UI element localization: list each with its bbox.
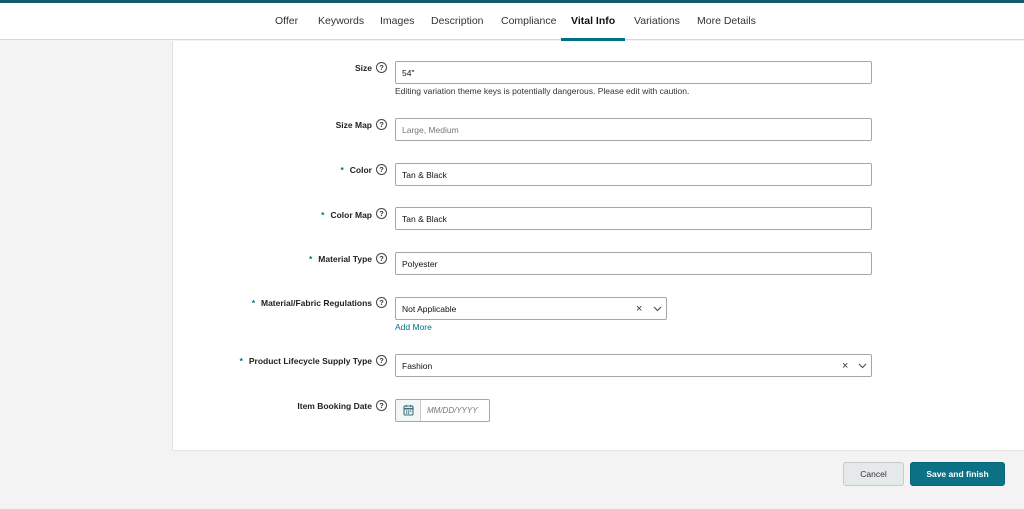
color-map-input[interactable]: [395, 207, 872, 230]
tab-more-details[interactable]: More Details: [697, 3, 756, 40]
size-input[interactable]: [395, 61, 872, 84]
size-label: Size: [354, 63, 372, 73]
size-map-input[interactable]: [395, 118, 872, 141]
material-type-input[interactable]: [395, 252, 872, 275]
help-circle-icon[interactable]: ?: [376, 119, 387, 130]
item-booking-date-label: Item Booking Date: [297, 401, 372, 411]
cancel-button[interactable]: Cancel: [843, 462, 904, 486]
help-circle-icon[interactable]: ?: [376, 355, 387, 366]
add-more-link[interactable]: Add More: [395, 322, 432, 332]
form-panel: [172, 41, 1024, 451]
color-input[interactable]: [395, 163, 872, 186]
material-regulations-label: * Material/Fabric Regulations: [251, 298, 372, 308]
lifecycle-supply-type-select[interactable]: Fashion ×: [395, 354, 872, 377]
help-circle-icon[interactable]: ?: [376, 253, 387, 264]
required-marker: *: [321, 210, 325, 220]
color-label: * Color: [340, 165, 372, 175]
material-regulations-select[interactable]: Not Applicable ×: [395, 297, 667, 320]
save-and-finish-button[interactable]: Save and finish: [910, 462, 1005, 486]
material-type-label: * Material Type: [308, 254, 372, 264]
tab-description[interactable]: Description: [431, 3, 484, 40]
calendar-icon[interactable]: [396, 400, 421, 421]
tab-vital-info[interactable]: Vital Info: [560, 3, 626, 41]
required-marker: *: [251, 298, 255, 308]
tab-compliance[interactable]: Compliance: [501, 3, 556, 40]
tab-offer[interactable]: Offer: [275, 3, 298, 40]
size-warning-note: Editing variation theme keys is potentia…: [395, 86, 690, 96]
tab-variations[interactable]: Variations: [634, 3, 680, 40]
lifecycle-supply-type-label: * Product Lifecycle Supply Type: [239, 356, 372, 366]
required-marker: *: [340, 165, 344, 175]
help-circle-icon[interactable]: ?: [376, 164, 387, 175]
help-circle-icon[interactable]: ?: [376, 62, 387, 73]
required-marker: *: [239, 356, 243, 366]
item-booking-date-input[interactable]: [422, 400, 489, 421]
help-circle-icon[interactable]: ?: [376, 297, 387, 308]
item-booking-date-picker: [395, 399, 490, 422]
tab-keywords[interactable]: Keywords: [318, 3, 364, 40]
lifecycle-supply-type-value: Fashion: [402, 361, 433, 371]
help-circle-icon[interactable]: ?: [376, 208, 387, 219]
tab-bar: Offer Keywords Images Description Compli…: [0, 3, 1024, 41]
size-map-label: Size Map: [335, 120, 372, 130]
chevron-down-icon[interactable]: [653, 305, 662, 313]
chevron-down-icon[interactable]: [858, 362, 867, 370]
clear-icon[interactable]: ×: [842, 355, 848, 377]
clear-icon[interactable]: ×: [636, 298, 642, 320]
required-marker: *: [308, 254, 313, 264]
material-regulations-value: Not Applicable: [402, 304, 457, 314]
tab-images[interactable]: Images: [380, 3, 414, 40]
help-circle-icon[interactable]: ?: [376, 400, 387, 411]
color-map-label: * Color Map: [321, 210, 372, 220]
